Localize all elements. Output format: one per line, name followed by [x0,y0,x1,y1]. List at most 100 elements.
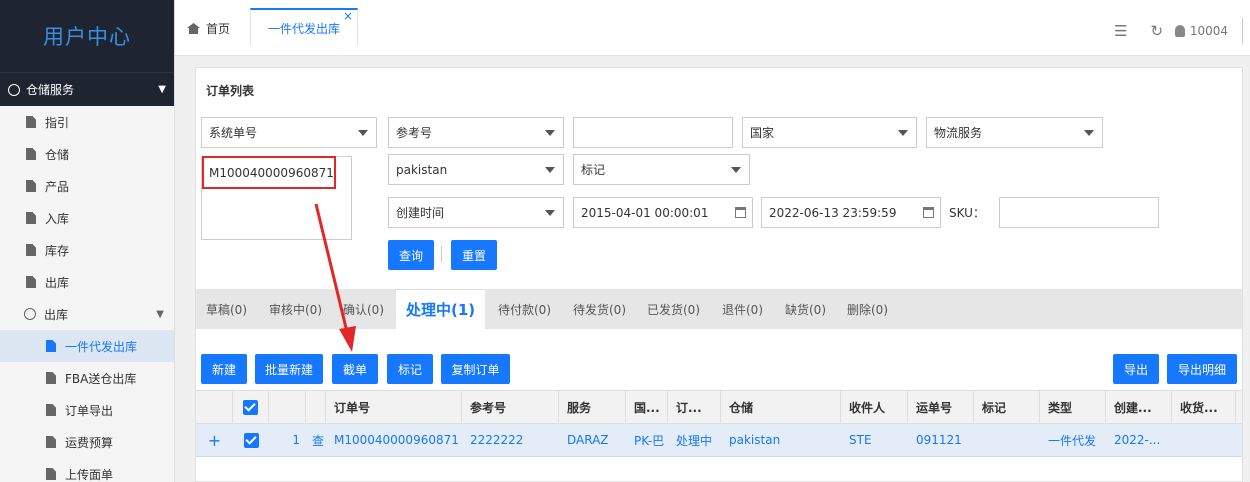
sidebar: 用户中心 仓储服务 ▼ 指引 仓储 产品 入库 库存 出库 出库 ▼ 一件代发出… [0,0,175,482]
document-icon [46,468,56,480]
header-mark[interactable]: 标记 [974,391,1040,423]
refresh-icon[interactable]: ↻ [1139,22,1175,40]
tab-out-of-stock[interactable]: 缺货(0) [785,289,826,329]
tracking-value: 091121 [916,433,962,447]
menu-group-warehouse-service[interactable]: 仓储服务 ▼ [0,72,174,106]
header-warehouse[interactable]: 仓储 [721,391,841,423]
row-checkbox-cell [233,424,269,456]
mark-button[interactable]: 标记 [387,354,433,384]
sidebar-subgroup-outbound[interactable]: 出库 ▼ [0,298,174,330]
header-recipient[interactable]: 收件人 [841,391,908,423]
select-all-checkbox[interactable] [243,399,258,415]
export-detail-button[interactable]: 导出明细 [1167,354,1237,384]
close-icon[interactable]: × [343,9,353,23]
ref-no-select[interactable]: 参考号 [388,117,564,148]
query-button[interactable]: 查询 [388,240,434,270]
time-type-select[interactable]: 创建时间 [388,197,564,228]
view-link[interactable]: 查 [306,424,326,456]
type-value: 一件代发 [1048,433,1097,448]
sidebar-item-inventory[interactable]: 库存 [0,234,174,266]
header-created[interactable]: 创建... [1106,391,1172,423]
tab-home[interactable]: 首页 [187,20,230,37]
panel-title: 订单列表 [206,84,255,98]
header-order-status[interactable]: 订... [668,391,721,423]
warehouse-select[interactable]: pakistan [388,154,564,185]
sidebar-item-product[interactable]: 产品 [0,170,174,202]
expand-icon[interactable]: + [208,431,221,450]
collapse-menu-icon[interactable]: ☰ [1103,22,1139,40]
reset-button[interactable]: 重置 [451,240,497,270]
document-icon [26,180,36,192]
row-checkbox[interactable] [243,432,259,448]
header-order-no[interactable]: 订单号 [326,391,462,423]
document-icon [26,276,36,288]
ref-no-value: 2222222 [470,433,524,447]
order-no-highlight: M100040000960871 [202,156,336,189]
tab-draft[interactable]: 草稿(0) [206,289,247,329]
date-to-input[interactable]: 2022-06-13 23:59:59 [761,197,941,228]
sidebar-item-dropship-outbound[interactable]: 一件代发出库 [0,330,174,362]
tab-home-label: 首页 [206,22,231,36]
select-value: 创建时间 [396,206,445,220]
sidebar-item-label: 产品 [45,179,70,194]
sku-input[interactable] [999,197,1159,228]
header-expand [196,391,233,423]
batch-new-button[interactable]: 批量新建 [255,354,323,384]
dropdown-arrow-icon [898,130,908,136]
sidebar-item-storage[interactable]: 仓储 [0,138,174,170]
new-button[interactable]: 新建 [201,354,247,384]
sidebar-item-label: 指引 [45,115,70,130]
tab-processing[interactable]: 处理中(1) [396,289,486,329]
intercept-button[interactable]: 截单 [332,354,378,384]
table-row[interactable]: + 1 查 M100040000960871 2222222 DARAZ PK-… [196,424,1242,457]
tab-reviewing[interactable]: 审核中(0) [269,289,322,329]
sidebar-item-upload-label[interactable]: 上传面单 [0,458,174,482]
warehouse-value: pakistan [729,433,781,447]
header-tracking-no[interactable]: 运单号 [908,391,974,423]
sidebar-item-label: 出库 [45,275,70,290]
header-received[interactable]: 收货... [1172,391,1236,423]
table-header: 订单号 参考号 服务 国... 订... 仓储 收件人 运单号 标记 类型 创建… [196,390,1242,424]
sidebar-item-freight-estimate[interactable]: 运费预算 [0,426,174,458]
country-value: PK-巴 [634,433,665,448]
header-service[interactable]: 服务 [559,391,626,423]
export-button[interactable]: 导出 [1113,354,1159,384]
tab-pending-shipment[interactable]: 待发货(0) [573,289,626,329]
tab-pending-payment[interactable]: 待付款(0) [498,289,551,329]
sidebar-item-outbound[interactable]: 出库 [0,266,174,298]
copy-order-button[interactable]: 复制订单 [441,354,510,384]
tab-returned[interactable]: 退件(0) [722,289,763,329]
sidebar-item-label: 订单导出 [65,403,114,418]
tab-shipped[interactable]: 已发货(0) [647,289,700,329]
document-icon [26,244,36,256]
header-country[interactable]: 国... [626,391,668,423]
sidebar-item-inbound[interactable]: 入库 [0,202,174,234]
order-no-link[interactable]: M100040000960871 [326,424,462,456]
sidebar-subgroup-label: 出库 [44,307,69,322]
document-icon [46,436,56,448]
tab-deleted[interactable]: 删除(0) [847,289,888,329]
home-icon [187,23,200,34]
sys-no-select[interactable]: 系统单号 [201,117,377,148]
header-type[interactable]: 类型 [1040,391,1106,423]
select-value: 系统单号 [209,126,258,140]
dropdown-arrow-icon [1084,130,1094,136]
sku-label: SKU： [949,206,985,220]
header-ref-no[interactable]: 参考号 [462,391,559,423]
date-from-input[interactable]: 2015-04-01 00:00:01 [573,197,753,228]
tab-dropship-outbound[interactable]: 一件代发出库 × [250,8,358,46]
caret-down-icon: ▼ [158,84,166,95]
tab-confirmed[interactable]: 确认(0) [343,289,384,329]
mark-select[interactable]: 标记 [573,154,750,185]
logistics-select[interactable]: 物流服务 [926,117,1103,148]
document-icon [26,116,36,128]
select-value: 参考号 [396,126,433,140]
sidebar-item-order-export[interactable]: 订单导出 [0,394,174,426]
country-select[interactable]: 国家 [742,117,917,148]
sidebar-item-guide[interactable]: 指引 [0,106,174,138]
sidebar-item-label: 上传面单 [65,467,114,482]
document-icon [26,148,36,160]
user-menu[interactable]: 10004 [1174,24,1228,38]
sidebar-item-fba-outbound[interactable]: FBA送仓出库 [0,362,174,394]
ref-no-input[interactable] [573,117,733,148]
